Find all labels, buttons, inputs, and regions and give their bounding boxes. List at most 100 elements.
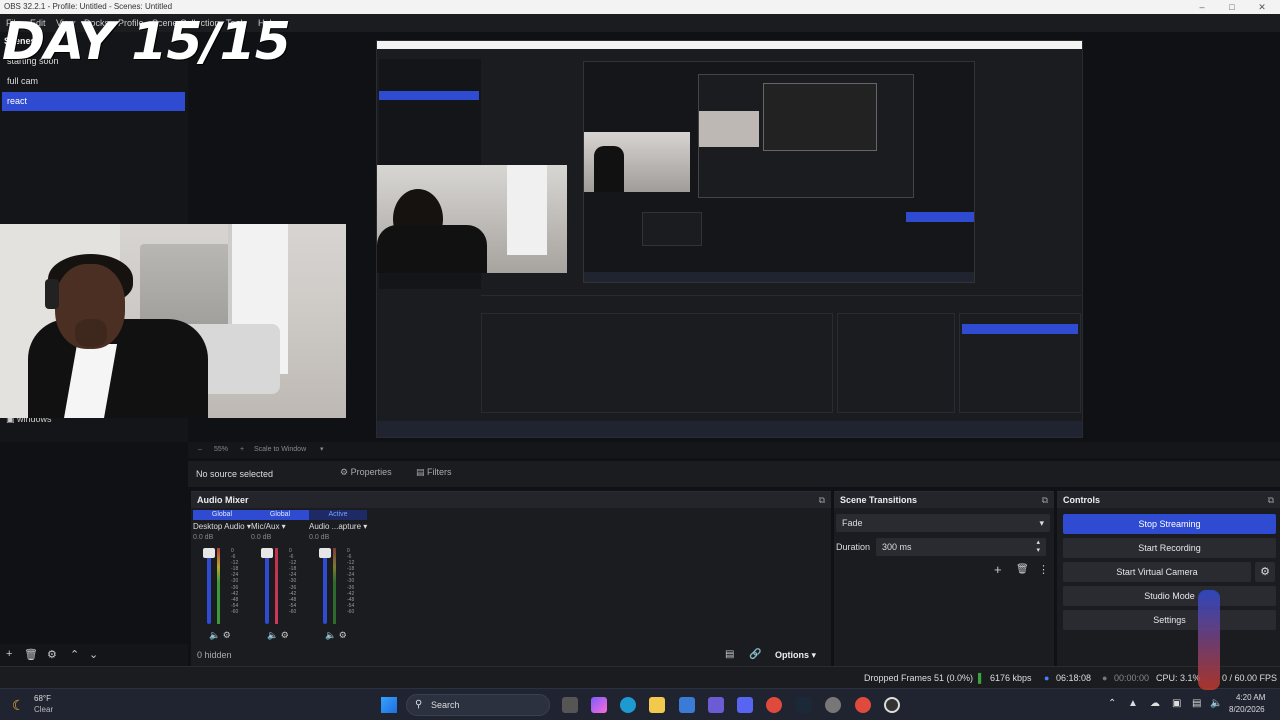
cpu-usage: CPU: 3.1%: [1156, 673, 1201, 683]
scene-settings-icon[interactable]: ⚙: [47, 648, 57, 661]
hidden-count: 0 hidden: [197, 650, 232, 660]
studio-mode-button[interactable]: Studio Mode: [1063, 586, 1276, 606]
controls-dock: Controls ⧉ Stop Streaming Start Recording…: [1057, 491, 1280, 666]
audio-mixer-dock: Audio Mixer ⧉ Global Desktop Audio ▾ 0.0 …: [191, 491, 831, 666]
duration-input[interactable]: 300 ms ▴ ▾: [876, 538, 1046, 556]
zoom-in-icon[interactable]: +: [240, 446, 244, 453]
chrome-icon[interactable]: [766, 697, 782, 713]
volume-slider[interactable]: [265, 548, 269, 624]
volume-slider[interactable]: [207, 548, 211, 624]
properties-bar: No source selected ⚙ Properties ▤ Filter…: [188, 461, 1280, 487]
fps: 0 / 60.00 FPS: [1222, 673, 1278, 683]
level-meter: [333, 548, 336, 624]
settings-button[interactable]: Settings: [1063, 610, 1276, 630]
webcam-overlay: [0, 224, 346, 418]
volume-slider[interactable]: [323, 548, 327, 624]
scene-item-react[interactable]: react: [2, 92, 185, 111]
channel-icons[interactable]: 🔈 ⚙: [209, 630, 231, 641]
steam-icon[interactable]: [796, 697, 812, 713]
nested-inner-cam: [699, 111, 759, 147]
windows-taskbar: ☾ 68°F Clear ⚲ Search ⌃ ▲ ☁ ▣ ▤ 🔈 4:20 A…: [0, 688, 1280, 720]
channel-header: Active: [309, 510, 367, 520]
start-icon[interactable]: [381, 697, 397, 713]
mixer-layout-icon[interactable]: ▤: [725, 649, 734, 660]
filters-button[interactable]: ▤ Filters: [416, 467, 452, 478]
discord-icon[interactable]: [737, 697, 753, 713]
store-icon[interactable]: [679, 697, 695, 713]
scene-transitions-dock: Scene Transitions ⧉ Fade ▾ Duration 300 ms…: [834, 491, 1054, 666]
move-up-icon[interactable]: ⌃: [70, 648, 79, 661]
undock-icon[interactable]: ⧉: [1268, 492, 1274, 508]
zoom-mode[interactable]: Scale to Window: [254, 446, 306, 453]
channel-name[interactable]: Mic/Aux ▾: [251, 522, 309, 531]
add-scene-icon[interactable]: +: [6, 648, 12, 660]
controls-title: Controls: [1063, 495, 1100, 505]
channel-name[interactable]: Desktop Audio ▾: [193, 522, 251, 531]
file-explorer-icon[interactable]: [649, 697, 665, 713]
options-button[interactable]: Options ▾: [775, 650, 816, 661]
remove-transition-icon[interactable]: 🗑: [1016, 564, 1029, 575]
apps-icon[interactable]: [708, 697, 724, 713]
clock-time[interactable]: 4:20 AM: [1236, 693, 1265, 702]
channel-db: 0.0 dB: [193, 534, 214, 541]
meter-scale: 0 -6 -12 -18 -24 -30 -36 -42 -48 -54 -60: [231, 548, 239, 615]
edge-icon[interactable]: [620, 697, 636, 713]
dropped-frames: Dropped Frames 51 (0.0%): [864, 673, 974, 683]
close-icon[interactable]: ✕: [1248, 0, 1276, 14]
tray-app-icon[interactable]: ▲: [1128, 698, 1138, 709]
window-title: OBS 32.2.1 - Profile: Untitled - Scenes:…: [4, 2, 173, 11]
weather-desc: Clear: [34, 705, 54, 714]
chrome-2-icon[interactable]: [855, 697, 871, 713]
settings-app-icon[interactable]: [825, 697, 841, 713]
mixer-channel-audio-capture: Active Audio ...apture ▾ 0.0 dB 0 -6 -12 -1…: [309, 510, 379, 645]
transition-select[interactable]: Fade ▾: [836, 514, 1050, 532]
tray-extra-icon[interactable]: ▣: [1172, 698, 1181, 709]
overlay-sticker: [1198, 590, 1220, 690]
move-down-icon[interactable]: ⌄: [89, 648, 98, 661]
clock-date[interactable]: 8/20/2026: [1229, 705, 1265, 714]
zoom-value: 55%: [214, 446, 229, 453]
volume-icon[interactable]: 🔈: [1210, 698, 1222, 709]
channel-icons[interactable]: 🔈 ⚙: [267, 630, 289, 641]
start-recording-button[interactable]: Start Recording: [1063, 538, 1276, 558]
level-meter: [275, 548, 278, 624]
taskbar-search[interactable]: ⚲ Search: [406, 694, 550, 716]
scene-item-full-cam[interactable]: full cam: [2, 72, 185, 91]
nested-titlebar: [377, 41, 1082, 49]
meter-scale: 0 -6 -12 -18 -24 -30 -36 -42 -48 -54 -60: [289, 548, 297, 615]
maximize-icon[interactable]: □: [1218, 0, 1246, 14]
nested-scene-selected: [379, 91, 479, 100]
tray-chevron-icon[interactable]: ⌃: [1108, 698, 1116, 709]
volume-knob[interactable]: [319, 548, 331, 558]
zoom-out-icon[interactable]: –: [198, 446, 202, 453]
properties-button[interactable]: ⚙ Properties: [340, 467, 392, 478]
chevron-down-icon[interactable]: ▾: [320, 445, 324, 453]
onedrive-icon[interactable]: ☁: [1150, 698, 1160, 709]
volume-knob[interactable]: [261, 548, 273, 558]
channel-icons[interactable]: 🔈 ⚙: [325, 630, 347, 641]
stop-streaming-button[interactable]: Stop Streaming: [1063, 514, 1276, 534]
more-options-icon[interactable]: ⋮: [1038, 563, 1049, 576]
copilot-icon[interactable]: [591, 697, 607, 713]
channel-name[interactable]: Audio ...apture ▾: [309, 522, 367, 531]
minimize-icon[interactable]: –: [1188, 0, 1216, 14]
duration-label: Duration: [836, 542, 871, 552]
volume-knob[interactable]: [203, 548, 215, 558]
obs-icon[interactable]: [884, 697, 900, 713]
nested-webcam: [377, 165, 567, 273]
start-virtual-camera-button[interactable]: Start Virtual Camera: [1063, 562, 1251, 582]
day-overlay-text: DAY 15/15: [2, 12, 291, 72]
signal-icon: ▌: [978, 673, 985, 683]
undock-icon[interactable]: ⧉: [819, 492, 825, 508]
virtual-camera-settings-icon[interactable]: ⚙: [1255, 562, 1275, 582]
nested-cam: [584, 132, 690, 192]
remove-scene-icon[interactable]: 🗑: [24, 648, 38, 661]
add-transition-icon[interactable]: +: [994, 562, 1002, 577]
channel-header: Global: [193, 510, 251, 520]
audio-mixer-title: Audio Mixer: [197, 495, 249, 505]
undock-icon[interactable]: ⧉: [1042, 492, 1048, 508]
task-view-icon[interactable]: [562, 697, 578, 713]
link-icon[interactable]: 🔗: [749, 649, 761, 660]
channel-db: 0.0 dB: [251, 534, 272, 541]
network-icon[interactable]: ▤: [1192, 698, 1201, 709]
